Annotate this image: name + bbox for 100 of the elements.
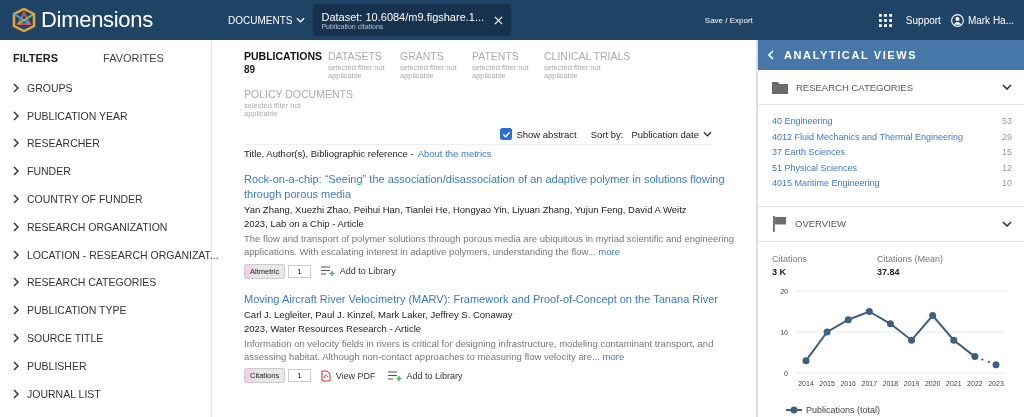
data-point <box>992 360 1000 368</box>
filter-item[interactable]: GROUPS <box>27 81 73 94</box>
category-link[interactable]: 4012 Fluid Mechanics and Thermal Engineering <box>772 129 963 145</box>
result-source: 2023, Water Resources Research - Article <box>244 322 423 334</box>
result-title[interactable]: Rock-on-a-chip: “Seeing” the association/disassociation of an adaptive polymer in solutions flowing through porous media <box>244 172 744 201</box>
category-link[interactable]: 37 Earth Sciences <box>772 145 846 161</box>
pdf-icon <box>320 369 331 382</box>
data-point <box>844 315 852 323</box>
panel-title: ANALYTICAL VIEWS <box>784 49 918 61</box>
filter-item[interactable]: PUBLICATION TYPE <box>27 304 127 317</box>
filter-item[interactable]: RESEARCH ORGANIZATION <box>27 220 168 233</box>
caret-icon <box>296 17 306 23</box>
section-title[interactable]: OVERVIEW <box>795 218 994 229</box>
data-point <box>865 307 873 315</box>
section-title[interactable]: RESEARCH CATEGORIES <box>796 81 994 93</box>
chevron-icon <box>13 194 19 205</box>
checkbox[interactable] <box>500 128 513 141</box>
result-abstract: Information on velocity fields in rivers is critical for designing infrastructure, modeling contaminant transport, and assessing habitat. Although non-contact approaches to measuring flow velocity are... more <box>244 337 715 364</box>
chevron-icon <box>13 388 19 399</box>
chevron-icon <box>13 221 19 232</box>
chip-title: Dataset: 10.6084/m9.figshare.1... <box>321 10 485 23</box>
tab-label: PATENTS <box>472 50 520 64</box>
data-point <box>950 336 958 344</box>
filter-item[interactable]: RESEARCH CATEGORIES <box>27 276 157 289</box>
data-point <box>823 328 831 335</box>
category-link[interactable]: 40 Engineering <box>772 114 833 130</box>
category-link[interactable]: 4015 Maritime Engineering <box>772 176 880 192</box>
category-count: 29 <box>1002 130 1012 144</box>
data-point <box>971 352 979 360</box>
data-point <box>802 356 810 364</box>
filter-item[interactable]: COUNTRY OF FUNDER <box>27 193 143 206</box>
documents-menu[interactable]: DOCUMENTS <box>224 14 310 26</box>
category-count: 53 <box>1002 115 1012 128</box>
filter-item[interactable]: RESEARCHER <box>27 137 100 150</box>
folder-icon <box>772 80 788 94</box>
category-link[interactable]: 51 Physical Sciences <box>772 160 858 176</box>
sort-dropdown[interactable]: Publication date <box>631 128 712 140</box>
result-source: 2023, Lab on a Chip - Article <box>244 217 365 229</box>
chevron-icon <box>13 138 19 149</box>
tab-label: POLICY DOCUMENTS <box>244 88 353 102</box>
action-link[interactable]: View PDF <box>335 370 376 381</box>
tab-label: CLINICAL TRIALS <box>544 50 631 64</box>
logo-text[interactable]: Dimensions <box>41 7 153 33</box>
checkbox-label: Show abstract <box>516 128 577 140</box>
sidebar-tab[interactable]: FAVORITES <box>103 52 164 64</box>
result-abstract: The flow and transport of polymer solutions through porous media are ubiquitous in myriad scientific and engineering applications. With escalating interest in adaptive polymers, understanding the flow... more <box>244 232 736 259</box>
logo-icon <box>12 8 36 32</box>
add-list-icon <box>320 266 335 276</box>
more-link[interactable]: more <box>602 350 625 362</box>
result-authors: Yan Zhang, Xuezhi Zhao, Peihui Han, Tianlei He, Hongyao Yin, Liyuan Zhang, Yujun Feng, David A Weitz <box>244 203 688 215</box>
close-icon[interactable] <box>494 15 504 25</box>
add-list-icon <box>387 370 402 381</box>
tab-label: PUBLICATIONS <box>244 50 323 64</box>
support-link[interactable]: Support <box>905 14 941 26</box>
action-link[interactable]: Add to Library <box>406 370 463 381</box>
stat-value: 3 K <box>772 266 787 277</box>
chevron-icon <box>13 82 19 93</box>
result-authors: Carl J. Legleiter, Paul J. Kinzel, Mark Laker, Jeffrey S. Conaway <box>244 308 514 320</box>
document-tab[interactable]: PUBLICATIONS 89 <box>244 50 328 81</box>
back-icon[interactable] <box>768 50 774 60</box>
tab-label: GRANTS <box>400 50 445 64</box>
data-point <box>886 319 894 327</box>
chevron-icon <box>13 277 19 288</box>
metrics-link[interactable]: About the metrics <box>417 148 492 160</box>
chevron-icon <box>13 333 19 344</box>
more-link[interactable]: more <box>598 245 620 257</box>
filter-item[interactable]: FUNDER <box>27 165 71 178</box>
chevron-icon <box>13 110 19 121</box>
tab-label: DATASETS <box>328 50 383 64</box>
user-menu[interactable]: Mark Ha... <box>967 14 1014 26</box>
sort-label: Sort by: <box>590 128 624 140</box>
category-count: 12 <box>1002 161 1012 175</box>
user-icon[interactable] <box>950 13 964 27</box>
stat-label: Citations (Mean) <box>877 253 945 264</box>
panel-header[interactable]: ANALYTICAL VIEWS <box>758 40 1024 70</box>
data-point <box>929 311 937 319</box>
data-point <box>908 336 916 344</box>
category-count: 10 <box>1002 177 1012 190</box>
filter-item[interactable]: LOCATION - RESEARCH ORGANIZAT... <box>27 248 219 261</box>
legend-label: Publications (total) <box>806 404 881 415</box>
column-note: Title, Author(s), Bibliographic reference - <box>244 148 414 160</box>
filter-item[interactable]: SOURCE TITLE <box>27 332 104 345</box>
flag-icon <box>772 215 787 232</box>
category-count: 15 <box>1002 146 1012 159</box>
sidebar-tab[interactable]: FILTERS <box>13 52 58 64</box>
filter-item[interactable]: PUBLICATION YEAR <box>27 109 128 122</box>
save-export-button[interactable]: Save / Export <box>698 14 759 26</box>
metric-count: 1 <box>288 369 311 383</box>
result-title[interactable]: Moving Aircraft River Velocimetry (MARV): Framework and Proof-of-Concept on the Tanana River <box>244 291 744 306</box>
chevron-icon <box>13 166 19 177</box>
chevron-icon[interactable] <box>1002 220 1012 227</box>
tab-count: 89 <box>244 63 257 75</box>
action-link[interactable]: Add to Library <box>339 266 396 276</box>
chevron-icon <box>13 305 19 316</box>
chevron-icon[interactable] <box>1002 84 1012 90</box>
stat-value: 37.84 <box>877 266 901 277</box>
filter-item[interactable]: JOURNAL LIST <box>27 387 101 400</box>
apps-grid-icon[interactable] <box>878 13 892 27</box>
chevron-icon <box>13 360 19 371</box>
filter-item[interactable]: PUBLISHER <box>27 359 87 372</box>
